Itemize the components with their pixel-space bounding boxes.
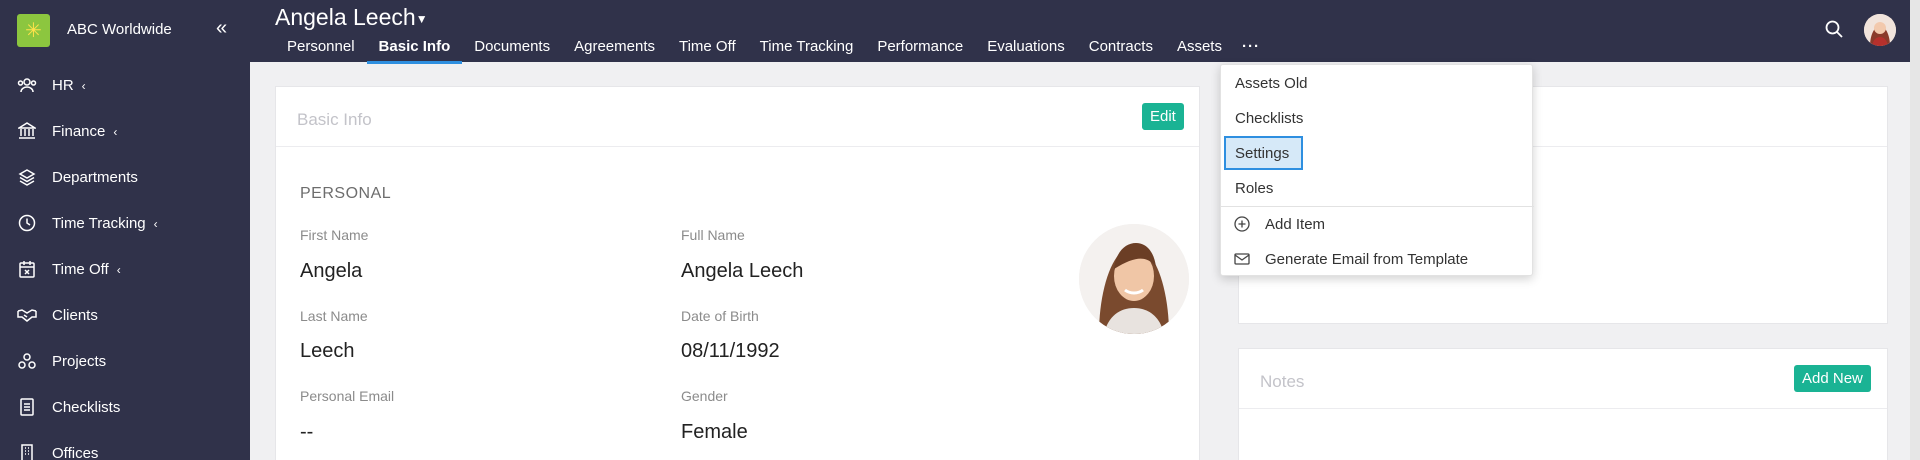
plus-circle-icon	[1234, 216, 1250, 232]
card-header: Basic Info Edit	[276, 87, 1199, 147]
sidebar-item-hr[interactable]: HR ‹	[0, 62, 250, 108]
caret-down-icon: ▼	[415, 11, 428, 26]
edit-button[interactable]: Edit	[1142, 103, 1184, 130]
notes-title: Notes	[1260, 372, 1305, 391]
sidebar-item-label: Checklists	[52, 398, 121, 416]
brand: ✳ ABC Worldwide «	[0, 0, 250, 62]
sidebar-item-offices[interactable]: Offices	[0, 430, 250, 460]
tab-agreements[interactable]: Agreements	[562, 36, 667, 64]
personal-email-label: Personal Email	[300, 388, 395, 404]
profile-photo	[1079, 224, 1189, 334]
section-heading: PERSONAL	[300, 185, 392, 202]
tab-basic-info[interactable]: Basic Info	[366, 36, 463, 64]
sidebar-item-checklists[interactable]: Checklists	[0, 384, 250, 430]
gender-value: Female	[681, 421, 748, 443]
bank-icon	[17, 121, 37, 141]
chevron-left-icon: ‹	[113, 124, 118, 139]
tab-time-off[interactable]: Time Off	[667, 36, 748, 64]
full-name-value: Angela Leech	[681, 260, 804, 282]
first-name-value: Angela	[300, 260, 363, 282]
clock-icon	[17, 213, 37, 233]
add-item-action[interactable]: Add Item	[1221, 207, 1534, 241]
person-name: Angela Leech	[275, 4, 416, 30]
tab-bar: Personnel Basic Info Documents Agreement…	[275, 36, 1272, 64]
tab-documents[interactable]: Documents	[462, 36, 562, 64]
sidebar-item-finance[interactable]: Finance ‹	[0, 108, 250, 154]
sidebar-item-label: Clients	[52, 306, 98, 324]
collapse-sidebar-icon[interactable]: «	[216, 17, 227, 40]
basic-info-card: Basic Info Edit PERSONAL First Name Ange…	[275, 86, 1200, 460]
handshake-icon	[17, 305, 37, 325]
layers-icon	[17, 167, 37, 187]
sidebar-item-clients[interactable]: Clients	[0, 292, 250, 338]
tab-contracts[interactable]: Contracts	[1077, 36, 1165, 64]
chevron-left-icon: ‹	[153, 216, 158, 231]
sidebar-item-label: HR	[52, 76, 74, 94]
search-icon[interactable]	[1824, 19, 1846, 41]
first-name-label: First Name	[300, 227, 369, 243]
company-logo: ✳	[17, 14, 50, 47]
tab-evaluations[interactable]: Evaluations	[975, 36, 1077, 64]
sidebar-item-departments[interactable]: Departments	[0, 154, 250, 200]
sidebar-item-label: Time Off	[52, 260, 109, 278]
person-switcher[interactable]: Angela Leech▼	[275, 4, 428, 31]
envelope-icon	[1234, 251, 1250, 267]
add-note-button[interactable]: Add New	[1794, 365, 1871, 392]
personal-email-value: --	[300, 421, 314, 443]
tab-assets[interactable]: Assets	[1165, 36, 1234, 64]
page-scrollbar[interactable]	[1910, 0, 1920, 460]
notes-card: Notes Add New	[1238, 348, 1888, 460]
gender-label: Gender	[681, 388, 728, 404]
sidebar-item-label: Time Tracking	[52, 214, 146, 232]
menu-item-assets-old[interactable]: Assets Old	[1221, 66, 1534, 100]
card-header: Notes Add New	[1239, 349, 1887, 409]
projects-icon	[17, 351, 37, 371]
sidebar-nav: HR ‹ Finance ‹ Departments Time Tracking ‹ …	[0, 62, 250, 460]
generate-email-action[interactable]: Generate Email from Template	[1221, 242, 1534, 276]
sidebar-item-time-tracking[interactable]: Time Tracking ‹	[0, 200, 250, 246]
menu-item-roles[interactable]: Roles	[1221, 171, 1534, 205]
last-name-label: Last Name	[300, 308, 368, 324]
dob-value: 08/11/1992	[681, 340, 780, 362]
sidebar-item-time-off[interactable]: Time Off ‹	[0, 246, 250, 292]
more-tabs-button[interactable]: ···	[1234, 36, 1272, 64]
sidebar: ✳ ABC Worldwide « HR ‹ Finance ‹ Departmen…	[0, 0, 250, 460]
last-name-value: Leech	[300, 340, 355, 362]
company-name: ABC Worldwide	[67, 21, 172, 38]
full-name-label: Full Name	[681, 227, 745, 243]
user-avatar[interactable]	[1864, 14, 1896, 46]
tab-performance[interactable]: Performance	[865, 36, 975, 64]
top-bar: Angela Leech▼ Personnel Basic Info Docum…	[250, 0, 1920, 64]
sidebar-item-projects[interactable]: Projects	[0, 338, 250, 384]
checklist-icon	[17, 397, 37, 417]
sidebar-item-label: Projects	[52, 352, 107, 370]
chevron-left-icon: ‹	[116, 262, 121, 277]
more-tabs-menu: Assets Old Checklists Settings Roles Add…	[1220, 64, 1534, 276]
dob-label: Date of Birth	[681, 308, 759, 324]
chevron-left-icon: ‹	[81, 78, 86, 93]
sidebar-item-label: Finance	[52, 122, 106, 140]
tab-personnel[interactable]: Personnel	[275, 36, 367, 64]
card-title: Basic Info	[297, 110, 372, 129]
menu-item-checklists[interactable]: Checklists	[1221, 101, 1534, 135]
menu-item-settings[interactable]: Settings	[1221, 136, 1534, 170]
calendar-x-icon	[17, 259, 37, 279]
users-icon	[17, 75, 37, 95]
building-icon	[17, 443, 37, 460]
sidebar-item-label: Offices	[52, 444, 99, 460]
tab-time-tracking[interactable]: Time Tracking	[748, 36, 866, 64]
sidebar-item-label: Departments	[52, 168, 138, 186]
